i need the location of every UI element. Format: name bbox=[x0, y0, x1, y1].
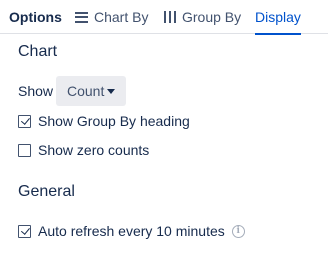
show-zero-counts-option[interactable]: Show zero counts bbox=[18, 142, 149, 158]
tab-group-by[interactable]: Group By bbox=[164, 0, 241, 34]
show-group-by-heading-checkbox[interactable] bbox=[18, 114, 31, 128]
show-dropdown[interactable]: Count bbox=[56, 76, 126, 106]
show-zero-counts-checkbox[interactable] bbox=[18, 143, 31, 157]
tab-chart-by-label: Chart By bbox=[94, 9, 149, 25]
tab-group-by-label: Group By bbox=[182, 9, 242, 25]
options-label: Options bbox=[9, 9, 62, 25]
tab-chart-by[interactable]: Chart By bbox=[75, 0, 148, 34]
show-label: Show bbox=[18, 83, 54, 99]
options-tab-bar: Options Chart By Group By Display bbox=[0, 0, 328, 35]
options-heading: Options bbox=[9, 0, 62, 34]
columns-icon bbox=[164, 11, 176, 23]
tab-display[interactable]: Display bbox=[255, 0, 301, 35]
show-dropdown-value: Count bbox=[67, 83, 105, 99]
info-icon[interactable]: i bbox=[231, 224, 245, 238]
general-section-title: General bbox=[18, 183, 75, 200]
list-icon bbox=[75, 11, 88, 23]
auto-refresh-option[interactable]: Auto refresh every 10 minutes i bbox=[18, 223, 245, 239]
show-group-by-heading-option[interactable]: Show Group By heading bbox=[18, 113, 190, 129]
auto-refresh-checkbox[interactable] bbox=[18, 224, 31, 238]
tab-display-label: Display bbox=[255, 9, 301, 25]
show-zero-counts-label: Show zero counts bbox=[38, 142, 150, 158]
show-group-by-heading-label: Show Group By heading bbox=[38, 113, 190, 129]
caret-down-icon bbox=[107, 88, 116, 94]
auto-refresh-label: Auto refresh every 10 minutes bbox=[38, 223, 225, 239]
chart-section-title: Chart bbox=[18, 43, 58, 60]
